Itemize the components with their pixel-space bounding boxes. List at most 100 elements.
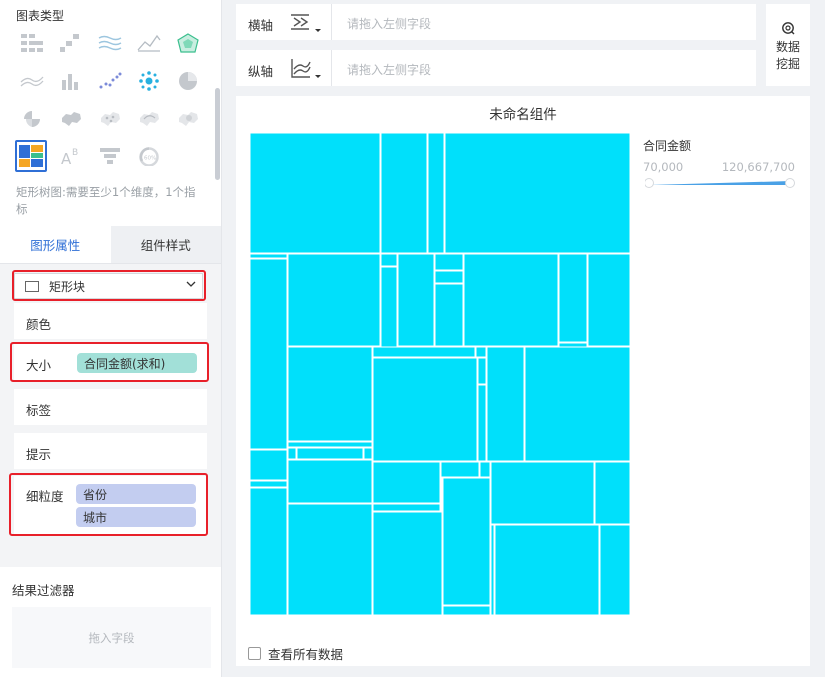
treemap-tile[interactable]	[599, 524, 630, 615]
granularity-field-city[interactable]: 城市	[76, 507, 196, 527]
treemap-tile[interactable]	[486, 346, 525, 462]
y-axis-sort-icon[interactable]	[289, 57, 325, 81]
treemap-tile[interactable]	[477, 357, 487, 385]
crosstab-icon[interactable]	[56, 28, 86, 58]
label-label: 标签	[26, 403, 52, 418]
x-axis-shelf[interactable]: 横轴 请拖入左侧字段	[236, 4, 756, 40]
chart-type-scrollbar[interactable]	[215, 88, 220, 180]
treemap-tile[interactable]	[440, 461, 480, 478]
gauge-icon[interactable]: 60%	[134, 141, 164, 171]
treemap-tile[interactable]	[363, 447, 373, 460]
treemap-tile[interactable]	[372, 503, 441, 512]
treemap-tile[interactable]	[380, 266, 398, 352]
treemap-tile[interactable]	[250, 258, 288, 450]
svg-text:A: A	[61, 150, 72, 167]
treemap-tile[interactable]	[434, 253, 464, 271]
legend-range-slider[interactable]	[645, 177, 795, 189]
size-property[interactable]: 大小 合同金额(求和)	[14, 344, 207, 382]
color-property[interactable]: 颜色	[14, 303, 207, 339]
scatter-icon[interactable]	[95, 66, 125, 96]
treemap-tile[interactable]	[434, 283, 464, 347]
bar-chart-icon[interactable]	[56, 66, 86, 96]
shape-type-select[interactable]: 矩形块	[14, 273, 203, 299]
legend-min-value: 70,000	[643, 160, 684, 174]
treemap-tile[interactable]	[287, 447, 297, 460]
china-map-icon[interactable]	[56, 104, 86, 134]
y-axis-shelf[interactable]: 纵轴 请拖入左侧字段	[236, 50, 756, 86]
grouped-table-icon[interactable]	[17, 28, 47, 58]
treemap-tile[interactable]	[558, 253, 588, 343]
heat-map-icon[interactable]	[173, 104, 203, 134]
treemap-tile[interactable]	[287, 253, 381, 347]
treemap-tile[interactable]	[475, 346, 487, 358]
result-filter-dropzone[interactable]: 拖入字段	[12, 607, 211, 668]
treemap-tile[interactable]	[372, 461, 441, 504]
widget-canvas: 未命名组件 合同金额 70,000 120,667,700 查看所有数据	[236, 96, 810, 666]
point-map-icon[interactable]	[95, 104, 125, 134]
y-axis-placeholder: 请拖入左侧字段	[347, 63, 432, 77]
size-field-pill[interactable]: 合同金额(求和)	[77, 353, 197, 373]
bubble-cluster-icon[interactable]	[134, 66, 164, 96]
treemap-tile[interactable]	[287, 441, 373, 448]
treemap-tile[interactable]	[250, 133, 381, 254]
treemap-tile[interactable]	[490, 524, 495, 615]
pie-chart-icon[interactable]	[173, 66, 203, 96]
treemap-tile[interactable]	[296, 447, 364, 460]
treemap-tile[interactable]	[397, 253, 435, 347]
treemap-tile[interactable]	[372, 357, 478, 462]
treemap-tile[interactable]	[287, 346, 373, 442]
size-label: 大小	[26, 358, 52, 373]
treemap-tile[interactable]	[444, 133, 630, 254]
treemap-tile[interactable]	[250, 449, 288, 481]
treemap-tile[interactable]	[287, 503, 373, 615]
show-all-data-checkbox[interactable]	[248, 647, 261, 660]
treemap-tile[interactable]	[479, 461, 491, 478]
treemap-tile[interactable]	[442, 477, 491, 606]
treemap-tile[interactable]	[587, 253, 630, 347]
treemap-icon[interactable]	[15, 140, 47, 172]
result-filter-title: 结果过滤器	[12, 583, 75, 598]
treemap-tile[interactable]	[427, 133, 445, 254]
treemap-tile[interactable]	[372, 346, 476, 358]
legend-max-value: 120,667,700	[721, 160, 795, 174]
tab-graphic-properties[interactable]: 图形属性	[0, 226, 111, 263]
treemap-chart[interactable]	[250, 133, 630, 615]
word-cloud-icon[interactable]: AB	[56, 141, 86, 171]
widget-title[interactable]: 未命名组件	[236, 103, 810, 123]
treemap-tile[interactable]	[490, 461, 595, 525]
treemap-tile[interactable]	[287, 459, 373, 504]
treemap-tile[interactable]	[463, 253, 559, 347]
treemap-tile[interactable]	[250, 253, 288, 259]
stacked-area-icon[interactable]	[17, 66, 47, 96]
area-line-icon[interactable]	[134, 28, 164, 58]
data-mining-button[interactable]: 数据挖掘	[766, 4, 810, 86]
label-property[interactable]: 标签	[14, 389, 207, 425]
flow-map-icon[interactable]	[134, 104, 164, 134]
treemap-tile[interactable]	[434, 270, 464, 284]
treemap-tile[interactable]	[477, 384, 487, 462]
granularity-property[interactable]: 细粒度 省份 城市	[14, 476, 207, 536]
chart-type-hint: 矩形树图:需要至少1个维度，1个指标	[16, 185, 196, 216]
treemap-tile[interactable]	[380, 133, 428, 254]
tooltip-property[interactable]: 提示	[14, 433, 207, 469]
property-area: 矩形块 颜色 大小 合同金额(求和) 标签 提示 细粒度 省份 城市	[0, 264, 221, 567]
treemap-tile[interactable]	[494, 524, 600, 615]
radar-icon[interactable]	[173, 28, 203, 58]
rose-chart-icon[interactable]	[17, 104, 47, 134]
show-all-data-label: 查看所有数据	[268, 647, 344, 662]
granularity-field-province[interactable]: 省份	[76, 484, 196, 504]
treemap-tile[interactable]	[250, 487, 288, 615]
x-axis-sort-icon[interactable]	[289, 11, 325, 35]
treemap-tile[interactable]	[250, 480, 288, 488]
tab-component-style[interactable]: 组件样式	[110, 226, 221, 263]
multi-line-icon[interactable]	[95, 28, 125, 58]
treemap-tile[interactable]	[380, 253, 398, 267]
chart-type-title: 图表类型	[16, 9, 65, 23]
treemap-tile[interactable]	[558, 342, 588, 348]
treemap-tile[interactable]	[524, 346, 630, 462]
treemap-tile[interactable]	[594, 461, 630, 525]
funnel-icon[interactable]	[95, 141, 125, 171]
show-all-data-toggle[interactable]: 查看所有数据	[248, 644, 343, 663]
treemap-tile[interactable]	[372, 511, 443, 615]
treemap-tile[interactable]	[442, 605, 491, 615]
